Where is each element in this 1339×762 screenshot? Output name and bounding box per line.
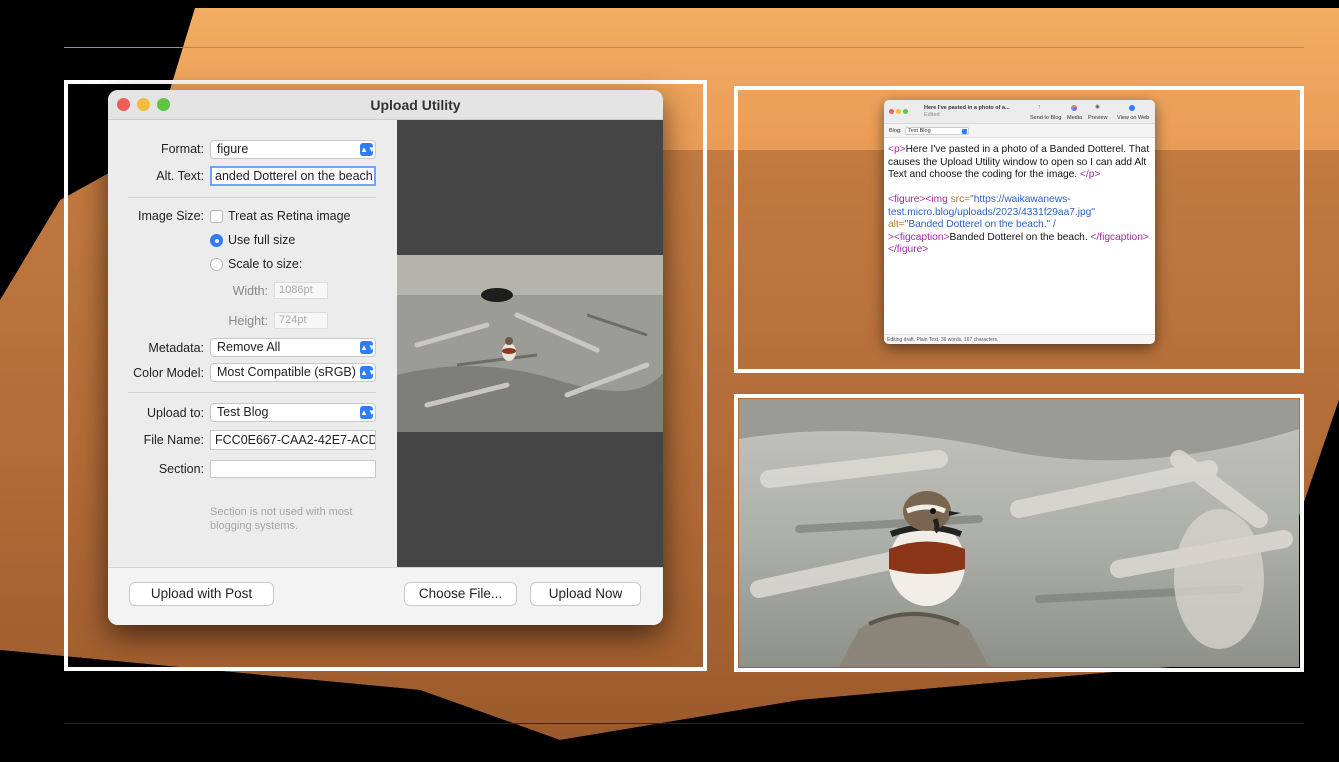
file-name-label: File Name:: [143, 433, 204, 447]
chevron-updown-icon: ▲▼: [360, 341, 376, 354]
minimize-icon[interactable]: [896, 109, 901, 114]
upload-utility-window: Upload Utility Format: figure ▲▼ Alt. Tex…: [108, 90, 663, 625]
section-hint: Section is not used with most blogging s…: [210, 506, 353, 532]
alt-text-label: Alt. Text:: [156, 169, 204, 183]
separator: [128, 197, 376, 198]
code-attr: src=: [947, 194, 971, 205]
upload-form: Format: figure ▲▼ Alt. Text: anded Dotter…: [108, 120, 397, 567]
close-icon[interactable]: [889, 109, 894, 114]
editor-title-bar: Here I've pasted in a photo of a... Edit…: [884, 100, 1155, 124]
section-label: Section:: [158, 462, 204, 476]
editor-subtitle: Edited: [924, 112, 940, 118]
metadata-label: Metadata:: [148, 341, 204, 355]
upload-now-button[interactable]: Upload Now: [530, 582, 641, 606]
separator: [128, 392, 376, 393]
retina-checkbox[interactable]: [210, 210, 223, 223]
metadata-value: Remove All: [217, 340, 281, 354]
chevron-updown-icon: ▲▼: [360, 143, 376, 156]
scale-to-size-label: Scale to size:: [228, 257, 303, 271]
send-to-blog-button[interactable]: Send to Blog: [1030, 115, 1062, 121]
file-name-field[interactable]: FCC0E667-CAA2-42E7-ACD: [210, 430, 376, 450]
code-tag: ><figcaption>: [888, 231, 950, 243]
color-model-label: Color Model:: [133, 366, 204, 380]
blog-bar: Blog: Test Blog: [884, 124, 1155, 138]
editor-title: Here I've pasted in a photo of a...: [924, 105, 1010, 111]
section-field[interactable]: [210, 460, 376, 478]
height-label: Height:: [228, 314, 268, 328]
slide: Upload Utility Format: figure ▲▼ Alt. Tex…: [0, 0, 1339, 762]
code-tag: <figure><img: [888, 194, 948, 205]
use-full-size-radio[interactable]: [210, 234, 223, 247]
format-label: Format:: [160, 142, 204, 156]
code-tag: <p>: [888, 144, 906, 155]
blog-value: Test Blog: [908, 128, 931, 134]
metadata-select[interactable]: Remove All ▲▼: [210, 338, 376, 357]
bottom-rule: [64, 723, 1304, 724]
width-label: Width:: [232, 284, 268, 298]
scale-to-size-radio[interactable]: [210, 258, 223, 271]
chevron-updown-icon: [962, 129, 967, 134]
blog-select[interactable]: Test Blog: [905, 127, 969, 135]
window-title: Upload Utility: [370, 97, 461, 113]
code-attr: alt=: [888, 219, 905, 230]
bird-photo: [739, 399, 1299, 667]
top-rule: [64, 47, 1304, 48]
image-preview-pane: [397, 120, 663, 567]
upload-to-value: Test Blog: [217, 405, 269, 419]
upload-with-post-button[interactable]: Upload with Post: [129, 582, 274, 606]
code-value: "Banded Dotterel on the beach." /: [904, 219, 1056, 230]
preview-icon[interactable]: ◉: [1095, 104, 1100, 110]
code-tag: </p>: [1080, 169, 1101, 180]
height-field[interactable]: 724pt: [274, 312, 328, 329]
editor-status: Editing draft, Plain Text, 36 words, 167…: [884, 334, 1155, 344]
chevron-updown-icon: ▲▼: [360, 366, 376, 379]
chevron-updown-icon: ▲▼: [360, 406, 376, 419]
paragraph-text: Here I've pasted in a photo of a Banded …: [888, 144, 1150, 180]
editor-text-body[interactable]: <p>Here I've pasted in a photo of a Band…: [888, 144, 1152, 257]
image-size-label: Image Size:: [137, 209, 204, 223]
blog-label: Blog:: [889, 128, 902, 134]
globe-icon[interactable]: [1129, 105, 1135, 111]
send-to-blog-icon[interactable]: ↑: [1038, 104, 1041, 110]
editor-window: Here I've pasted in a photo of a... Edit…: [884, 100, 1155, 344]
upload-to-label: Upload to:: [147, 406, 204, 420]
zoom-icon[interactable]: [903, 109, 908, 114]
button-bar: Upload with Post Choose File... Upload N…: [108, 567, 663, 625]
upload-to-select[interactable]: Test Blog ▲▼: [210, 403, 376, 422]
width-field[interactable]: 1086pt: [274, 282, 328, 299]
choose-file-button[interactable]: Choose File...: [404, 582, 517, 606]
format-select[interactable]: figure ▲▼: [210, 140, 376, 159]
bird-thumbnail: [397, 255, 663, 432]
retina-label: Treat as Retina image: [228, 209, 351, 223]
view-on-web-button[interactable]: View on Web: [1117, 115, 1149, 121]
title-bar: Upload Utility: [108, 90, 663, 120]
preview-button[interactable]: Preview: [1088, 115, 1108, 121]
caption-text: Banded Dotterel on the beach.: [949, 231, 1091, 243]
media-button[interactable]: Media: [1067, 115, 1082, 121]
color-model-value: Most Compatible (sRGB): [217, 365, 356, 379]
format-value: figure: [217, 142, 249, 156]
use-full-size-label: Use full size: [228, 233, 296, 247]
media-icon[interactable]: [1071, 105, 1077, 111]
alt-text-field[interactable]: anded Dotterel on the beach: [210, 166, 376, 186]
color-model-select[interactable]: Most Compatible (sRGB) ▲▼: [210, 363, 376, 382]
